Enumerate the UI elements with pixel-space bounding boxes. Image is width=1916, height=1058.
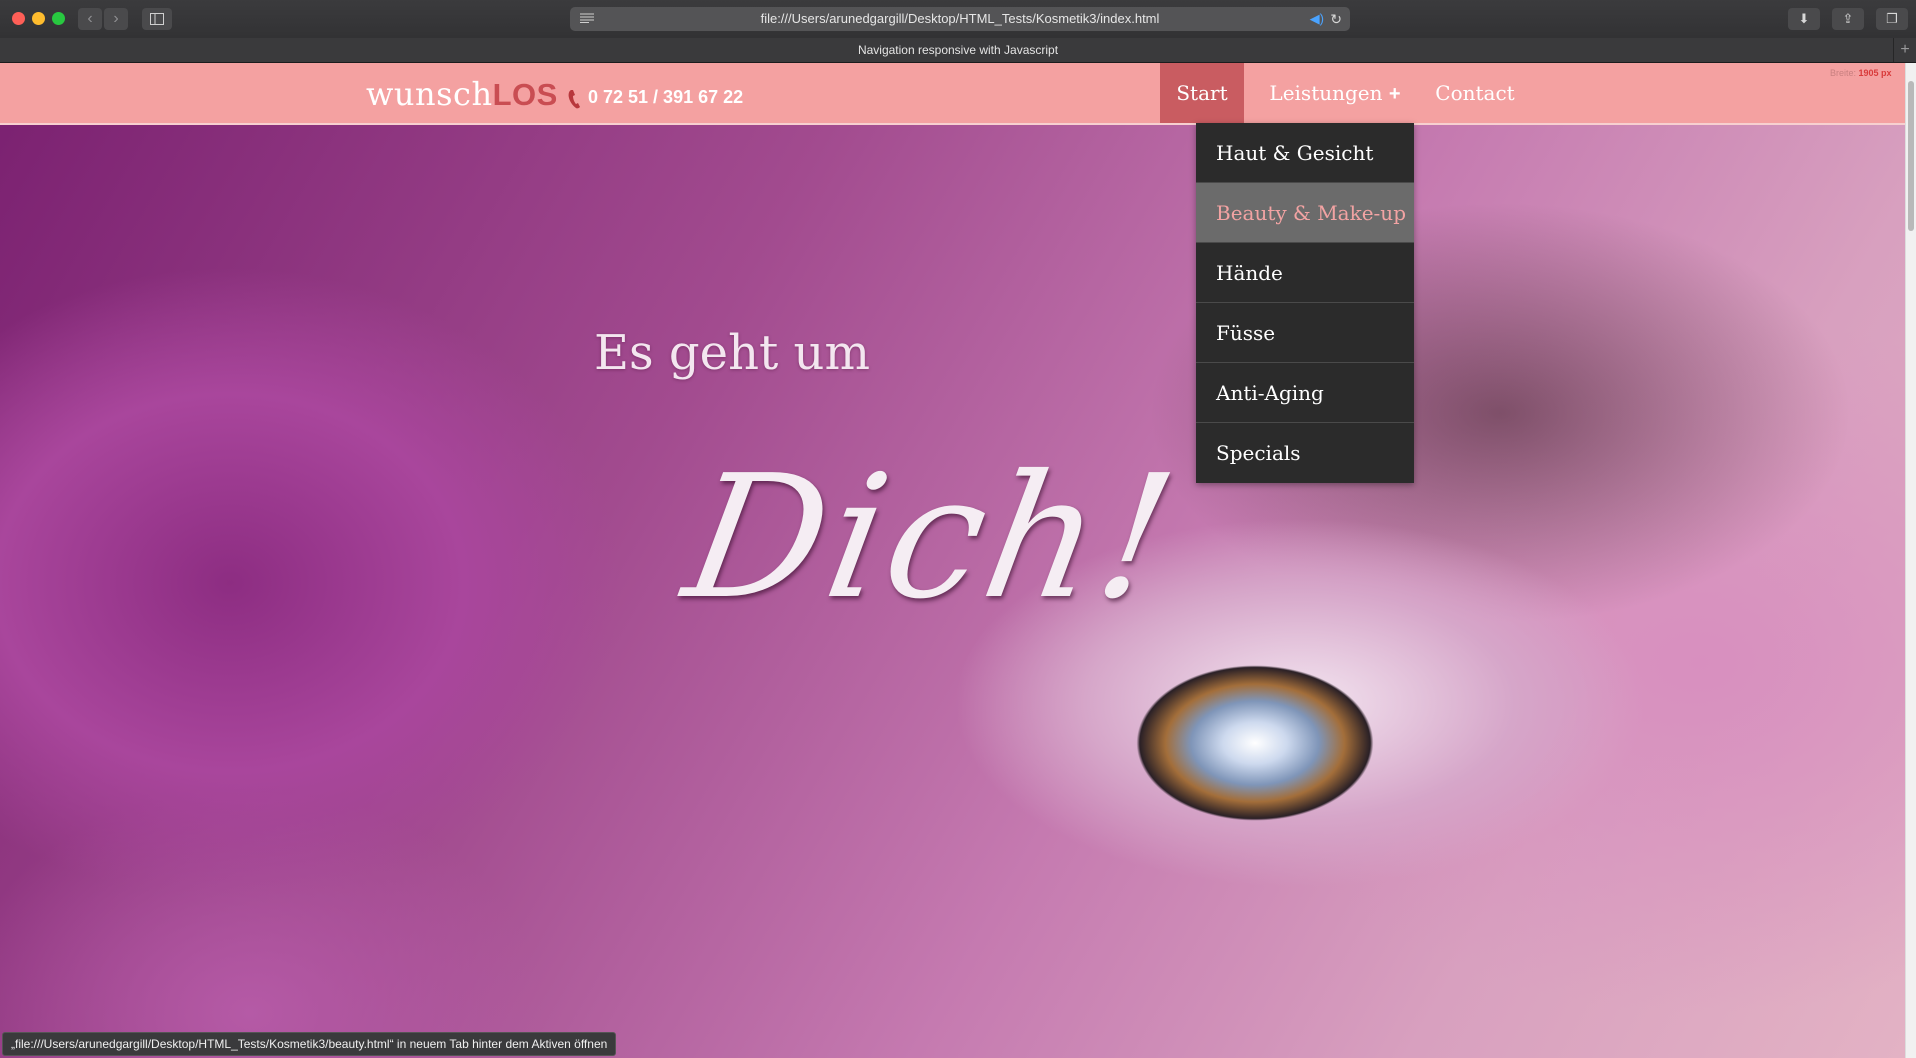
window-close-button[interactable] — [12, 12, 25, 25]
download-icon: ⬇ — [1798, 11, 1810, 26]
chevron-right-icon: › — [113, 10, 119, 27]
leistungen-dropdown: Haut & Gesicht Beauty & Make-up Hände Fü… — [1196, 123, 1414, 483]
audio-icon[interactable]: ◀) — [1310, 12, 1324, 26]
phone-icon — [568, 90, 580, 109]
width-indicator: Breite: 1905 px — [1830, 68, 1892, 78]
show-tabs-button[interactable]: ❐ — [1876, 8, 1908, 30]
link-status-bar: „file:///Users/arunedgargill/Desktop/HTM… — [2, 1032, 617, 1056]
nav-start-label: Start — [1176, 81, 1228, 105]
dropdown-item-haende[interactable]: Hände — [1196, 243, 1414, 303]
phone-text: 0 72 51 / 391 67 22 — [588, 87, 744, 107]
width-label: Breite: — [1830, 68, 1857, 78]
site-header: wunschLOS 0 72 51 / 391 67 22 Start Leis… — [0, 63, 1905, 125]
scrollbar-thumb[interactable] — [1908, 81, 1914, 231]
nav-contact[interactable]: Contact — [1425, 63, 1525, 123]
window-maximize-button[interactable] — [52, 12, 65, 25]
share-button[interactable]: ⇪ — [1832, 8, 1864, 30]
nav-start[interactable]: Start — [1160, 63, 1244, 123]
expand-plus-icon: + — [1388, 83, 1401, 105]
sidebar-icon — [150, 13, 164, 25]
dropdown-item-haut-gesicht[interactable]: Haut & Gesicht — [1196, 123, 1414, 183]
dropdown-item-beauty-makeup[interactable]: Beauty & Make-up — [1196, 183, 1414, 243]
back-button[interactable]: ‹ — [78, 8, 102, 30]
tab-bar: Navigation responsive with Javascript + — [0, 38, 1916, 63]
forward-button[interactable]: › — [104, 8, 128, 30]
reload-icon[interactable]: ↻ — [1330, 7, 1342, 31]
nav-contact-label: Contact — [1435, 81, 1515, 105]
window-minimize-button[interactable] — [32, 12, 45, 25]
url-text[interactable]: file:///Users/arunedgargill/Desktop/HTML… — [761, 11, 1160, 26]
page-viewport: Es geht um Dich! wunschLOS 0 72 51 / 391… — [0, 63, 1905, 1058]
share-icon: ⇪ — [1842, 11, 1854, 26]
new-tab-button[interactable]: + — [1893, 38, 1916, 62]
dropdown-item-specials[interactable]: Specials — [1196, 423, 1414, 483]
hero-heading: Es geht um — [594, 325, 870, 381]
nav-leistungen[interactable]: Leistungen + — [1262, 63, 1408, 123]
width-value: 1905 px — [1858, 68, 1892, 78]
reader-icon[interactable] — [580, 13, 594, 23]
chevron-left-icon: ‹ — [87, 10, 93, 27]
plus-icon: + — [1900, 41, 1910, 58]
site-logo[interactable]: wunschLOS — [366, 75, 558, 113]
downloads-button[interactable]: ⬇ — [1788, 8, 1820, 30]
page-scrollbar[interactable] — [1905, 63, 1916, 1058]
logo-strong-text: LOS — [492, 77, 558, 112]
dropdown-item-anti-aging[interactable]: Anti-Aging — [1196, 363, 1414, 423]
nav-leistungen-label: Leistungen — [1269, 81, 1383, 105]
hero-script-text: Dich! — [672, 439, 1192, 637]
logo-light-text: wunsch — [366, 75, 493, 113]
sidebar-toggle-button[interactable] — [142, 8, 172, 30]
address-bar[interactable]: file:///Users/arunedgargill/Desktop/HTML… — [570, 7, 1350, 31]
tabs-icon: ❐ — [1886, 11, 1898, 26]
dropdown-item-fuesse[interactable]: Füsse — [1196, 303, 1414, 363]
active-tab-title[interactable]: Navigation responsive with Javascript — [858, 43, 1058, 57]
browser-titlebar: ‹ › file:///Users/arunedgargill/Desktop/… — [0, 0, 1916, 39]
